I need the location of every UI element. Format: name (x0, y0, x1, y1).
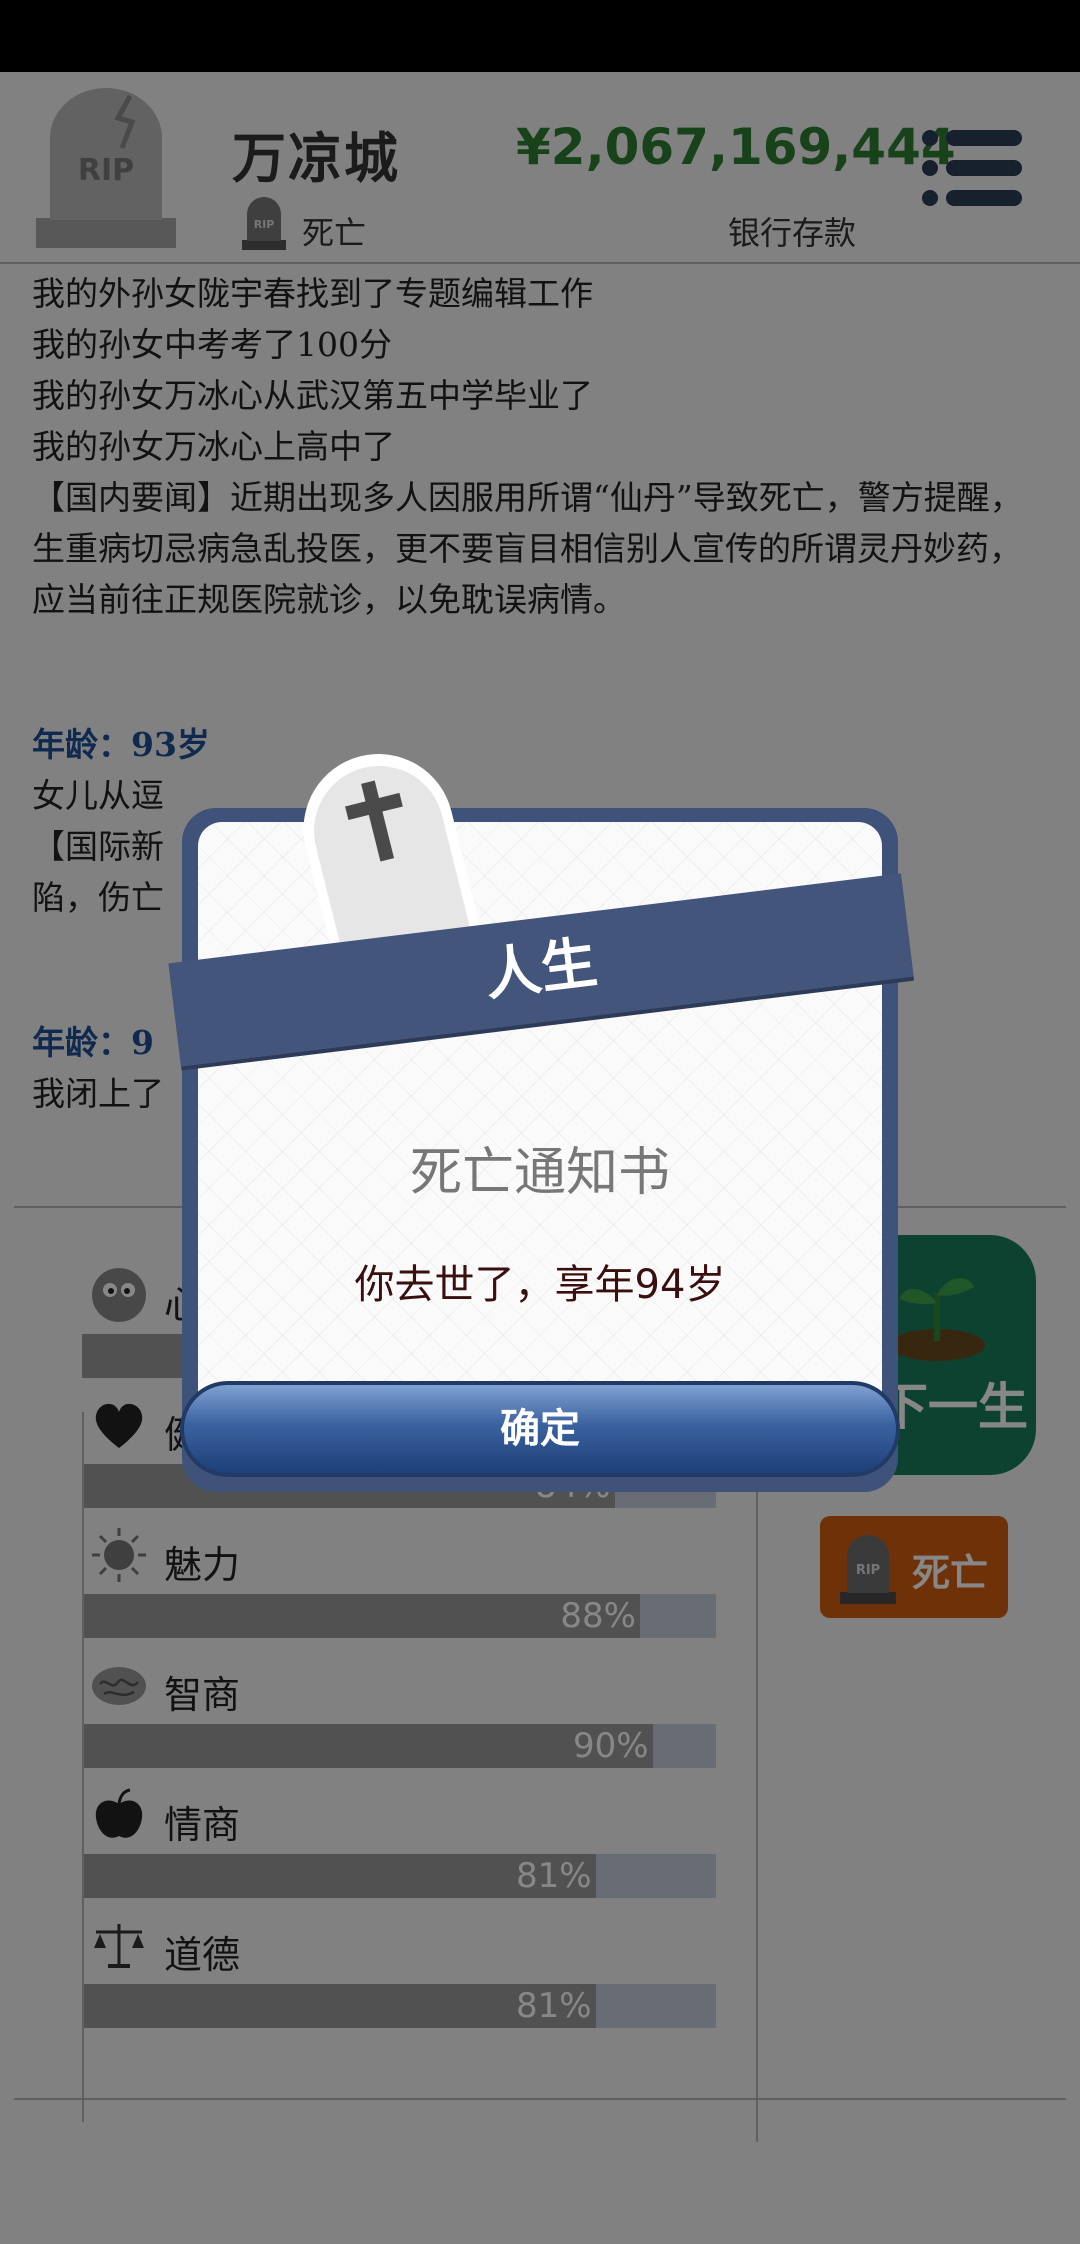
confirm-button[interactable]: 确定 (180, 1381, 900, 1477)
dialog-heading: 死亡通知书 (409, 1143, 670, 1203)
dialog-message: 你去世了，享年94岁 (354, 1262, 726, 1308)
